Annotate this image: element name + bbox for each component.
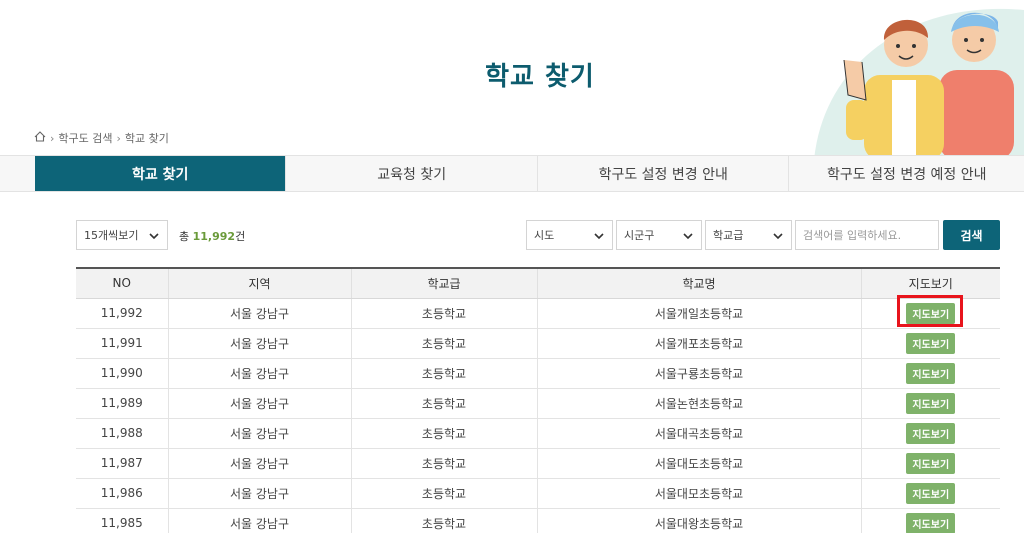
cell-region: 서울 강남구 (168, 388, 352, 419)
sigungu-select[interactable]: 시군구 (616, 220, 702, 250)
table-row: 11,986 서울 강남구 초등학교 서울대모초등학교 지도보기 (76, 478, 1000, 509)
cell-no: 11,987 (76, 448, 169, 479)
cell-school-name: 서울대도초등학교 (537, 448, 862, 479)
sido-select[interactable]: 시도 (526, 220, 613, 250)
page-size-select[interactable]: 15개씩보기 (76, 220, 168, 250)
sido-value: 시도 (534, 229, 555, 242)
chevron-down-icon (683, 230, 693, 243)
cell-map: 지도보기 (861, 478, 1000, 509)
cell-school-name: 서울개포초등학교 (537, 328, 862, 359)
chevron-down-icon (773, 230, 783, 243)
cell-no: 11,992 (76, 298, 169, 329)
school-level-select[interactable]: 학교급 (705, 220, 792, 250)
table-row: 11,989 서울 강남구 초등학교 서울논현초등학교 지도보기 (76, 388, 1000, 419)
cell-level: 초등학교 (351, 298, 538, 329)
map-view-button[interactable]: 지도보기 (906, 392, 956, 414)
header-school-name: 학교명 (537, 267, 862, 299)
filter-bar: 15개씩보기 총 11,992건 시도 시군구 학교급 검색어를 입력하세요. … (0, 220, 1024, 250)
cell-level: 초등학교 (351, 328, 538, 359)
breadcrumb-separator: › (116, 131, 121, 145)
header-region: 지역 (168, 267, 352, 299)
cell-level: 초등학교 (351, 478, 538, 509)
cell-school-name: 서울논현초등학교 (537, 388, 862, 419)
map-view-button[interactable]: 지도보기 (906, 422, 956, 444)
cell-no: 11,989 (76, 388, 169, 419)
cell-level: 초등학교 (351, 508, 538, 533)
cell-level: 초등학교 (351, 448, 538, 479)
cell-map: 지도보기 (861, 328, 1000, 359)
cell-region: 서울 강남구 (168, 298, 352, 329)
header-level: 학교급 (351, 267, 538, 299)
cell-region: 서울 강남구 (168, 508, 352, 533)
chevron-down-icon (149, 230, 159, 243)
school-level-value: 학교급 (713, 229, 744, 242)
home-icon[interactable] (34, 131, 46, 145)
page-size-value: 15개씩보기 (84, 229, 139, 242)
cell-no: 11,985 (76, 508, 169, 533)
cell-map: 지도보기 (861, 508, 1000, 533)
cell-level: 초등학교 (351, 388, 538, 419)
school-table: NO 지역 학교급 학교명 지도보기 11,992 서울 강남구 초등학교 서울… (76, 267, 1000, 533)
map-view-button[interactable]: 지도보기 (906, 362, 956, 384)
table-row: 11,985 서울 강남구 초등학교 서울대왕초등학교 지도보기 (76, 508, 1000, 533)
cell-region: 서울 강남구 (168, 418, 352, 449)
table-row: 11,987 서울 강남구 초등학교 서울대도초등학교 지도보기 (76, 448, 1000, 479)
table-row: 11,992 서울 강남구 초등학교 서울개일초등학교 지도보기 (76, 298, 1000, 329)
table-header-row: NO 지역 학교급 학교명 지도보기 (76, 267, 1000, 299)
total-number: 11,992 (192, 230, 236, 243)
map-view-button[interactable]: 지도보기 (906, 482, 956, 504)
map-view-button[interactable]: 지도보기 (906, 452, 956, 474)
cell-school-name: 서울대곡초등학교 (537, 418, 862, 449)
cell-school-name: 서울대모초등학교 (537, 478, 862, 509)
cell-map: 지도보기 (861, 418, 1000, 449)
cell-level: 초등학교 (351, 418, 538, 449)
cell-map: 지도보기 (861, 388, 1000, 419)
tab-school-search[interactable]: 학교 찾기 (34, 156, 287, 191)
breadcrumb-item-current: 학교 찾기 (124, 132, 169, 145)
map-view-button[interactable]: 지도보기 (906, 332, 956, 354)
header-no: NO (76, 267, 169, 299)
cell-no: 11,991 (76, 328, 169, 359)
header-map: 지도보기 (861, 267, 1000, 299)
table-row: 11,988 서울 강남구 초등학교 서울대곡초등학교 지도보기 (76, 418, 1000, 449)
cell-school-name: 서울개일초등학교 (537, 298, 862, 329)
cell-no: 11,990 (76, 358, 169, 389)
total-count: 총 11,992건 (179, 228, 245, 244)
cell-no: 11,986 (76, 478, 169, 509)
cell-no: 11,988 (76, 418, 169, 449)
hero-illustration (804, 0, 1024, 160)
tab-district-change-planned[interactable]: 학구도 설정 변경 예정 안내 (789, 156, 1024, 191)
tab-spacer (0, 156, 35, 191)
map-view-button[interactable]: 지도보기 (906, 512, 956, 533)
cell-school-name: 서울구룡초등학교 (537, 358, 862, 389)
cell-region: 서울 강남구 (168, 448, 352, 479)
sigungu-value: 시군구 (624, 229, 655, 242)
cell-region: 서울 강남구 (168, 478, 352, 509)
breadcrumb-item-search[interactable]: 학구도 검색 (58, 130, 112, 146)
cell-map: 지도보기 (861, 448, 1000, 479)
breadcrumb-separator: › (50, 131, 55, 145)
tab-district-change[interactable]: 학구도 설정 변경 안내 (537, 156, 790, 191)
map-view-button[interactable]: 지도보기 (906, 302, 956, 324)
cell-region: 서울 강남구 (168, 328, 352, 359)
cell-school-name: 서울대왕초등학교 (537, 508, 862, 533)
chevron-down-icon (594, 230, 604, 243)
breadcrumb: › 학구도 검색 › 학교 찾기 (34, 130, 169, 146)
cell-map: 지도보기 (861, 298, 1000, 329)
search-input[interactable]: 검색어를 입력하세요. (795, 220, 939, 250)
cell-level: 초등학교 (351, 358, 538, 389)
search-button[interactable]: 검색 (943, 220, 1000, 250)
cell-region: 서울 강남구 (168, 358, 352, 389)
total-suffix: 건 (235, 230, 246, 243)
cell-map: 지도보기 (861, 358, 1000, 389)
tab-bar: 학교 찾기 교육청 찾기 학구도 설정 변경 안내 학구도 설정 변경 예정 안… (0, 155, 1024, 192)
tab-office-search[interactable]: 교육청 찾기 (286, 156, 538, 191)
table-row: 11,990 서울 강남구 초등학교 서울구룡초등학교 지도보기 (76, 358, 1000, 389)
table-row: 11,991 서울 강남구 초등학교 서울개포초등학교 지도보기 (76, 328, 1000, 359)
total-prefix: 총 (179, 230, 190, 243)
